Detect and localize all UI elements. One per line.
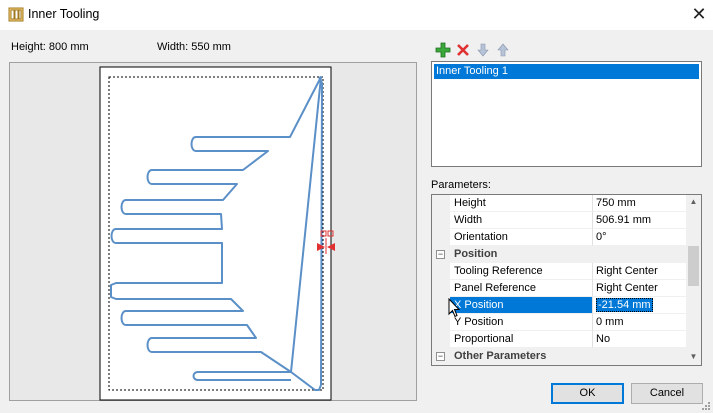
parameters-grid[interactable]: Height 750 mm Width 506.91 mm Orientatio… bbox=[431, 194, 702, 366]
param-value[interactable]: Right Center bbox=[593, 263, 687, 280]
category-position[interactable]: − Position bbox=[432, 246, 687, 263]
param-name: Tooling Reference bbox=[450, 263, 593, 280]
param-row-height[interactable]: Height 750 mm bbox=[432, 195, 687, 212]
param-value-editor[interactable]: -21.54 mm bbox=[593, 297, 687, 314]
ok-button[interactable]: OK bbox=[551, 383, 624, 404]
param-row-x-position[interactable]: X Position -21.54 mm bbox=[432, 297, 687, 314]
tooling-list[interactable]: Inner Tooling 1 bbox=[431, 61, 702, 167]
param-value[interactable]: 0° bbox=[593, 229, 687, 246]
param-row-panel-reference[interactable]: Panel Reference Right Center bbox=[432, 280, 687, 297]
param-value[interactable]: No bbox=[593, 331, 687, 348]
param-name: Y Position bbox=[450, 314, 593, 331]
move-down-icon[interactable] bbox=[475, 42, 491, 58]
scroll-down-icon[interactable]: ▼ bbox=[688, 352, 699, 366]
title-bar: Inner Tooling ✕ bbox=[0, 0, 713, 30]
scroll-up-icon[interactable]: ▲ bbox=[688, 197, 699, 211]
param-value[interactable]: 0 mm bbox=[593, 314, 687, 331]
param-value[interactable]: 750 mm bbox=[593, 195, 687, 212]
collapse-icon[interactable]: − bbox=[436, 250, 445, 259]
cancel-button[interactable]: Cancel bbox=[631, 383, 703, 404]
panel-outline bbox=[99, 66, 332, 401]
delete-icon[interactable] bbox=[455, 42, 471, 58]
param-name: Proportional bbox=[450, 331, 593, 348]
list-item[interactable]: Inner Tooling 1 bbox=[434, 64, 699, 79]
resize-grip-icon[interactable] bbox=[701, 401, 711, 411]
param-name: Width bbox=[450, 212, 593, 229]
param-value[interactable]: Right Center bbox=[593, 280, 687, 297]
height-label: Height: 800 mm bbox=[11, 41, 89, 53]
tooling-drawing bbox=[99, 66, 335, 401]
param-row-proportional[interactable]: Proportional No bbox=[432, 331, 687, 348]
param-row-orientation[interactable]: Orientation 0° bbox=[432, 229, 687, 246]
param-name: Height bbox=[450, 195, 593, 212]
window-title: Inner Tooling bbox=[28, 7, 100, 21]
collapse-icon[interactable]: − bbox=[436, 352, 445, 361]
scrollbar-thumb[interactable] bbox=[688, 246, 699, 286]
x-position-input[interactable]: -21.54 mm bbox=[596, 298, 653, 312]
param-value[interactable]: 506.91 mm bbox=[593, 212, 687, 229]
param-row-width[interactable]: Width 506.91 mm bbox=[432, 212, 687, 229]
param-row-tooling-reference[interactable]: Tooling Reference Right Center bbox=[432, 263, 687, 280]
category-label: Other Parameters bbox=[454, 350, 547, 362]
category-label: Position bbox=[454, 248, 498, 260]
inner-tooling-app-icon bbox=[8, 7, 24, 22]
close-icon[interactable]: ✕ bbox=[686, 2, 712, 26]
mouse-cursor-icon bbox=[448, 298, 460, 318]
category-other-parameters[interactable]: − Other Parameters bbox=[432, 348, 687, 365]
add-icon[interactable] bbox=[435, 42, 451, 58]
width-label: Width: 550 mm bbox=[157, 41, 231, 53]
param-name: Panel Reference bbox=[450, 280, 593, 297]
parameters-label: Parameters: bbox=[431, 179, 491, 191]
tooling-preview[interactable] bbox=[9, 62, 417, 401]
move-up-icon[interactable] bbox=[495, 42, 511, 58]
param-name: Orientation bbox=[450, 229, 593, 246]
param-name: X Position bbox=[450, 297, 593, 314]
param-row-y-position[interactable]: Y Position 0 mm bbox=[432, 314, 687, 331]
